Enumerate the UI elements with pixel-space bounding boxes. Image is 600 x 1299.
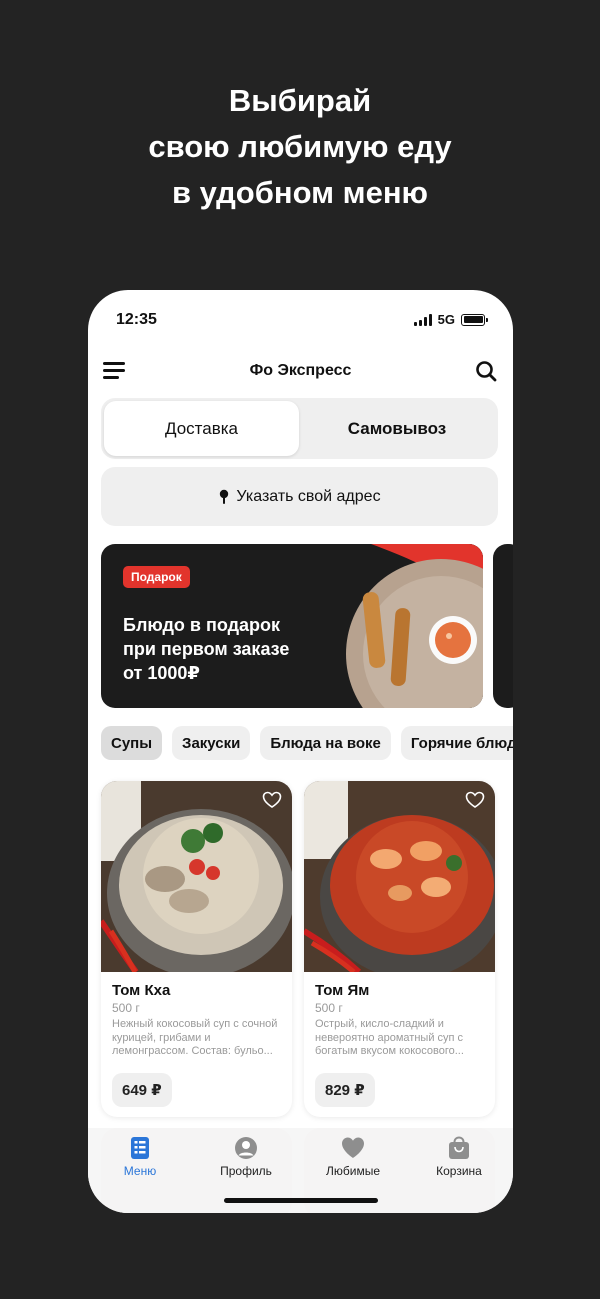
phone-screen: 12:35 5G Фо Экспресс Доставка Самовывоз: [88, 290, 513, 1213]
heart-icon: [342, 1137, 364, 1158]
product-weight: 500 г: [112, 1001, 140, 1015]
product-name: Том Кха: [112, 982, 171, 999]
location-pin-icon: [220, 489, 229, 504]
tom-yam-image: [304, 781, 495, 972]
category-chip-wok[interactable]: Блюда на воке: [260, 726, 391, 760]
menu-list-icon: [131, 1137, 149, 1159]
product-description: Острый, кисло-сладкий и невероятно арома…: [315, 1018, 464, 1057]
tab-menu-label: Меню: [123, 1164, 157, 1178]
next-banner-preview[interactable]: [493, 544, 513, 708]
tab-profile[interactable]: Профиль: [196, 1136, 296, 1178]
banner-line-2: при первом заказе: [123, 639, 290, 659]
product-weight: 500 г: [315, 1001, 343, 1015]
tab-cart-label: Корзина: [436, 1164, 482, 1178]
address-button[interactable]: Указать свой адрес: [101, 467, 498, 526]
product-card[interactable]: Том Ям 500 г Острый, кисло-сладкий и нев…: [304, 781, 495, 1117]
cart-icon: [449, 1136, 469, 1159]
status-indicators: 5G: [413, 312, 488, 327]
category-chips: Супы Закуски Блюда на воке Горячие блюда: [101, 726, 513, 760]
favorite-heart-icon[interactable]: [262, 791, 282, 809]
product-card[interactable]: Том Кха 500 г Нежный кокосовый суп с соч…: [101, 781, 292, 1117]
category-chip-soups[interactable]: Супы: [101, 726, 163, 760]
search-icon[interactable]: [475, 360, 497, 382]
banner-line-3: от 1000₽: [123, 663, 200, 683]
banner-text: Блюдо в подарок при первом заказе от 100…: [123, 613, 289, 685]
status-bar: 12:35 5G: [88, 290, 513, 350]
product-price-button[interactable]: 829 ₽: [315, 1073, 375, 1107]
pickup-option[interactable]: Самовывоз: [299, 401, 495, 456]
tab-cart[interactable]: Корзина: [409, 1136, 509, 1178]
tab-favorites[interactable]: Любимые: [303, 1136, 403, 1178]
promo-headline: Выбирай свою любимую еду в удобном меню: [0, 78, 600, 216]
tab-menu[interactable]: Меню: [90, 1136, 190, 1178]
promo-line-1: Выбирай: [228, 83, 372, 118]
favorite-heart-icon[interactable]: [465, 791, 485, 809]
category-chip-hot-dishes[interactable]: Горячие блюда: [400, 726, 513, 760]
battery-icon: [461, 313, 488, 326]
category-chip-snacks[interactable]: Закуски: [172, 726, 251, 760]
promo-banner[interactable]: Подарок Блюдо в подарок при первом заказ…: [101, 544, 483, 708]
profile-icon: [235, 1137, 257, 1159]
product-description: Нежный кокосовый суп с сочной курицей, г…: [112, 1018, 278, 1057]
delivery-toggle: Доставка Самовывоз: [101, 398, 498, 459]
banner-line-1: Блюдо в подарок: [123, 615, 281, 635]
spring-rolls-image: [331, 544, 483, 708]
promo-line-3: в удобном меню: [171, 175, 429, 210]
signal-icon: [413, 313, 432, 326]
address-label: Указать свой адрес: [236, 487, 381, 505]
tom-kha-image: [101, 781, 292, 972]
app-header: Фо Экспресс: [88, 356, 513, 388]
status-time: 12:35: [116, 311, 157, 328]
product-price-button[interactable]: 649 ₽: [112, 1073, 172, 1107]
banner-tag: Подарок: [123, 566, 190, 588]
product-name: Том Ям: [315, 982, 370, 999]
delivery-option[interactable]: Доставка: [104, 401, 299, 456]
promo-line-2: свою любимую еду: [148, 129, 452, 164]
app-title: Фо Экспресс: [249, 362, 352, 379]
tab-favorites-label: Любимые: [326, 1164, 380, 1178]
tab-profile-label: Профиль: [220, 1164, 272, 1178]
home-indicator: [224, 1198, 378, 1203]
network-type: 5G: [437, 312, 455, 327]
